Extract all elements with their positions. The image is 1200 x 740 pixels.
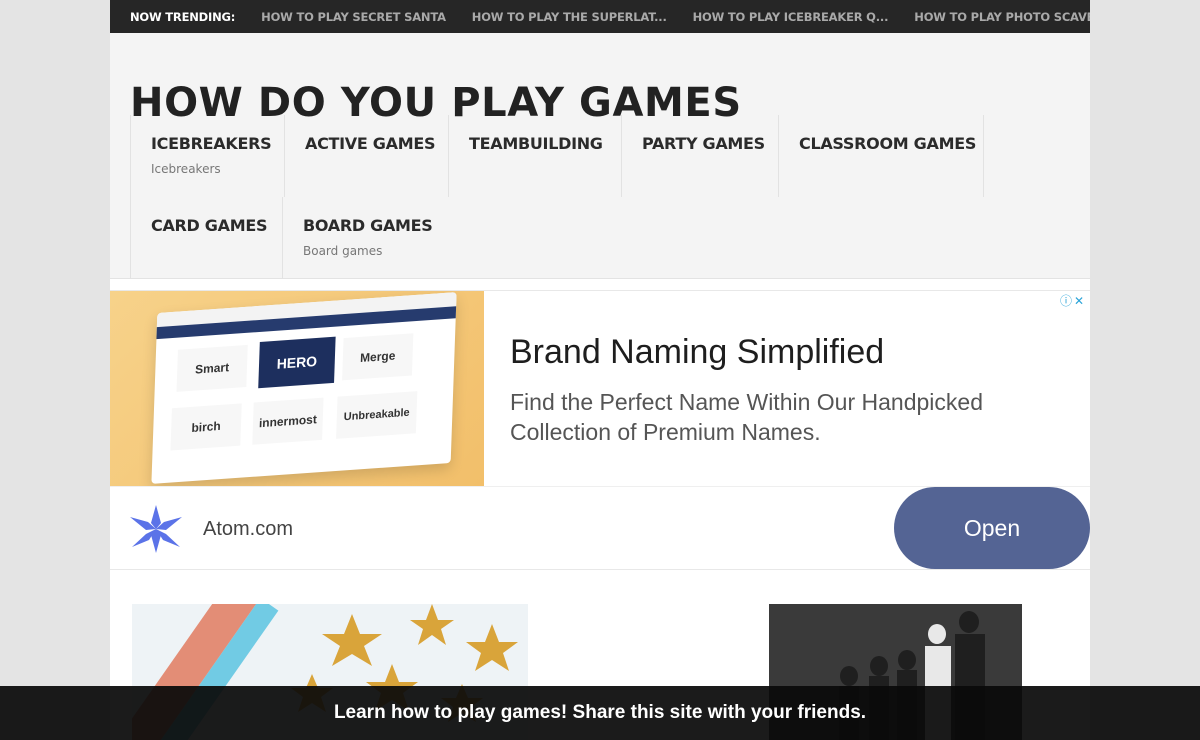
ad-image[interactable]: Smart HERO Merge birch innermost Unbreak… — [110, 291, 484, 486]
nav-item-board-games[interactable]: BOARD GAMES Board games — [282, 197, 444, 279]
brand-tile: Unbreakable — [336, 391, 418, 439]
trending-link[interactable]: HOW TO PLAY ICEBREAKER Q... — [693, 10, 889, 24]
trending-bar: NOW TRENDING: HOW TO PLAY SECRET SANTA H… — [110, 0, 1090, 33]
ad-domain[interactable]: Atom.com — [203, 518, 293, 541]
trending-link[interactable]: HOW TO PLAY PHOTO SCAVEN... — [914, 10, 1090, 24]
nav-item-active-games[interactable]: ACTIVE GAMES — [284, 115, 448, 197]
nav-item-label: BOARD GAMES — [303, 216, 433, 235]
atom-logo-icon — [130, 505, 182, 553]
brand-tile: birch — [170, 403, 242, 451]
nav-item-label: CARD GAMES — [151, 216, 268, 235]
ad-browser-mockup: Smart HERO Merge birch innermost Unbreak… — [151, 292, 457, 484]
main-navigation: ICEBREAKERS Icebreakers ACTIVE GAMES TEA… — [130, 115, 1010, 279]
nav-item-description: Icebreakers — [151, 162, 221, 176]
ad-footer: Atom.com Open — [110, 486, 1090, 570]
brand-tile: innermost — [252, 397, 324, 445]
ad-info-close-icon[interactable]: ⓘ✕ — [1060, 292, 1086, 309]
nav-item-label: PARTY GAMES — [642, 134, 765, 153]
ad-headline[interactable]: Brand Naming Simplified — [510, 333, 884, 372]
nav-item-teambuilding[interactable]: TEAMBUILDING — [448, 115, 621, 197]
brand-tile: Smart — [176, 344, 248, 392]
nav-item-label: ICEBREAKERS — [151, 134, 272, 153]
nav-item-party-games[interactable]: PARTY GAMES — [621, 115, 778, 197]
nav-item-icebreakers[interactable]: ICEBREAKERS Icebreakers — [130, 115, 284, 197]
nav-item-classroom-games[interactable]: CLASSROOM GAMES — [778, 115, 984, 197]
page-container: NOW TRENDING: HOW TO PLAY SECRET SANTA H… — [110, 0, 1090, 740]
trending-label: NOW TRENDING: — [130, 9, 236, 24]
nav-row: ICEBREAKERS Icebreakers ACTIVE GAMES TEA… — [130, 115, 1010, 197]
nav-item-label: CLASSROOM GAMES — [799, 134, 977, 153]
ad-body-text: Find the Perfect Name Within Our Handpic… — [510, 389, 983, 445]
advertisement[interactable]: Smart HERO Merge birch innermost Unbreak… — [110, 290, 1090, 570]
nav-item-card-games[interactable]: CARD GAMES — [130, 197, 282, 279]
nav-item-label: TEAMBUILDING — [469, 134, 603, 153]
site-header: HOW DO YOU PLAY GAMES ICEBREAKERS Icebre… — [110, 33, 1090, 279]
nav-row: CARD GAMES BOARD GAMES Board games — [130, 197, 1010, 279]
brand-tile: HERO — [258, 336, 336, 389]
trending-link[interactable]: HOW TO PLAY THE SUPERLAT... — [472, 10, 667, 24]
trending-link[interactable]: HOW TO PLAY SECRET SANTA — [261, 10, 446, 24]
nav-item-label: ACTIVE GAMES — [305, 134, 436, 153]
brand-tile: Merge — [342, 333, 414, 381]
share-banner: Learn how to play games! Share this site… — [0, 686, 1200, 740]
nav-item-description: Board games — [303, 244, 383, 258]
ad-open-button[interactable]: Open — [894, 487, 1090, 569]
